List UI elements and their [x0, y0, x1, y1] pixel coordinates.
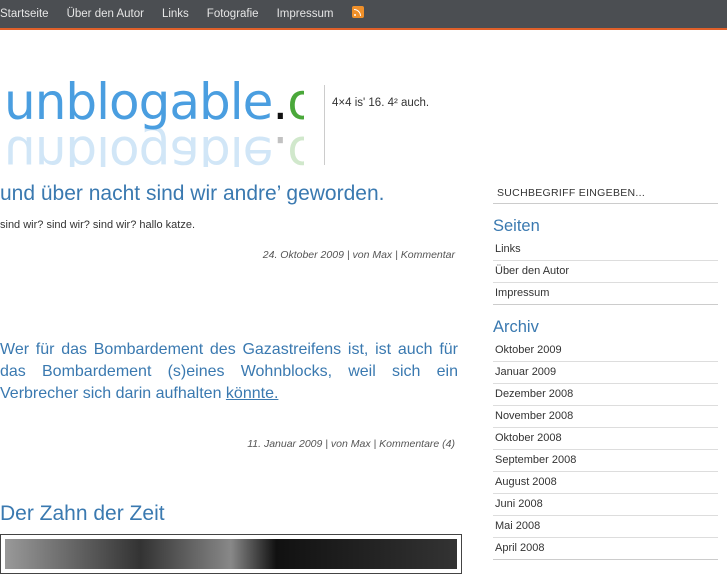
header-divider — [324, 85, 325, 165]
pages-heading: Seiten — [493, 217, 540, 235]
post-2-meta: 11. Januar 2009 | von Max | Kommentare (… — [247, 438, 455, 450]
archive-link[interactable]: Dezember 2008 — [493, 384, 718, 406]
logo-reflection-tld: org — [287, 125, 304, 167]
archive-link[interactable]: Oktober 2009 — [493, 340, 718, 362]
logo-text-tld: org — [287, 73, 304, 131]
post-body: sind wir? sind wir? sind wir? hallo katz… — [0, 219, 196, 231]
post-2-link[interactable]: könnte. — [226, 385, 278, 402]
nav-startseite[interactable]: Startseite — [0, 8, 49, 20]
logo-text-main: unblogable — [4, 73, 273, 131]
archive-link[interactable]: November 2008 — [493, 406, 718, 428]
archive-link[interactable]: Juni 2008 — [493, 494, 718, 516]
archive-link[interactable]: Oktober 2008 — [493, 428, 718, 450]
post-1: und über nacht sind wir andre’ geworden.… — [0, 182, 458, 261]
archive-link[interactable]: Mai 2008 — [493, 516, 718, 538]
nav-impressum[interactable]: Impressum — [277, 8, 334, 20]
search-input[interactable]: SUCHBEGRIFF EINGEBEN... — [493, 185, 718, 204]
nav-fotografie[interactable]: Fotografie — [207, 8, 259, 20]
post-2-body: Wer für das Bombardement des Gazastreife… — [0, 339, 458, 405]
logo-text-dot: . — [272, 73, 288, 131]
pages-list: Links Über den Autor Impressum — [493, 239, 718, 305]
page-link[interactable]: Links — [493, 239, 718, 261]
post-3-title[interactable]: Der Zahn der Zeit — [0, 502, 462, 526]
archive-link[interactable]: Januar 2009 — [493, 362, 718, 384]
post-title[interactable]: und über nacht sind wir andre’ geworden. — [0, 182, 458, 206]
nav-ueber-den-autor[interactable]: Über den Autor — [67, 8, 144, 20]
page-link[interactable]: Über den Autor — [493, 261, 718, 283]
logo-reflection: unblogable.org — [4, 124, 304, 167]
rss-icon[interactable] — [352, 6, 365, 18]
nav-links[interactable]: Links — [162, 8, 189, 20]
top-navigation: Startseite Über den Autor Links Fotograf… — [0, 0, 727, 30]
post-3-image — [0, 534, 462, 574]
archive-link[interactable]: August 2008 — [493, 472, 718, 494]
page-link[interactable]: Impressum — [493, 283, 718, 304]
archive-heading: Archiv — [493, 318, 539, 336]
logo-reflection-dot: . — [272, 125, 288, 167]
logo-reflection-main: unblogable — [4, 125, 273, 167]
archive-link[interactable]: April 2008 — [493, 538, 718, 559]
archive-link[interactable]: September 2008 — [493, 450, 718, 472]
site-logo[interactable]: unblogable.org unblogable.org — [4, 72, 304, 167]
site-tagline: 4×4 is' 16. 4² auch. — [332, 97, 430, 109]
archive-list: Oktober 2009 Januar 2009 Dezember 2008 N… — [493, 340, 718, 560]
post-3: Der Zahn der Zeit — [0, 502, 462, 574]
post-meta: 24. Oktober 2009 | von Max | Kommentar — [262, 249, 455, 261]
sidebar: SUCHBEGRIFF EINGEBEN... Seiten Links Übe… — [493, 185, 718, 560]
